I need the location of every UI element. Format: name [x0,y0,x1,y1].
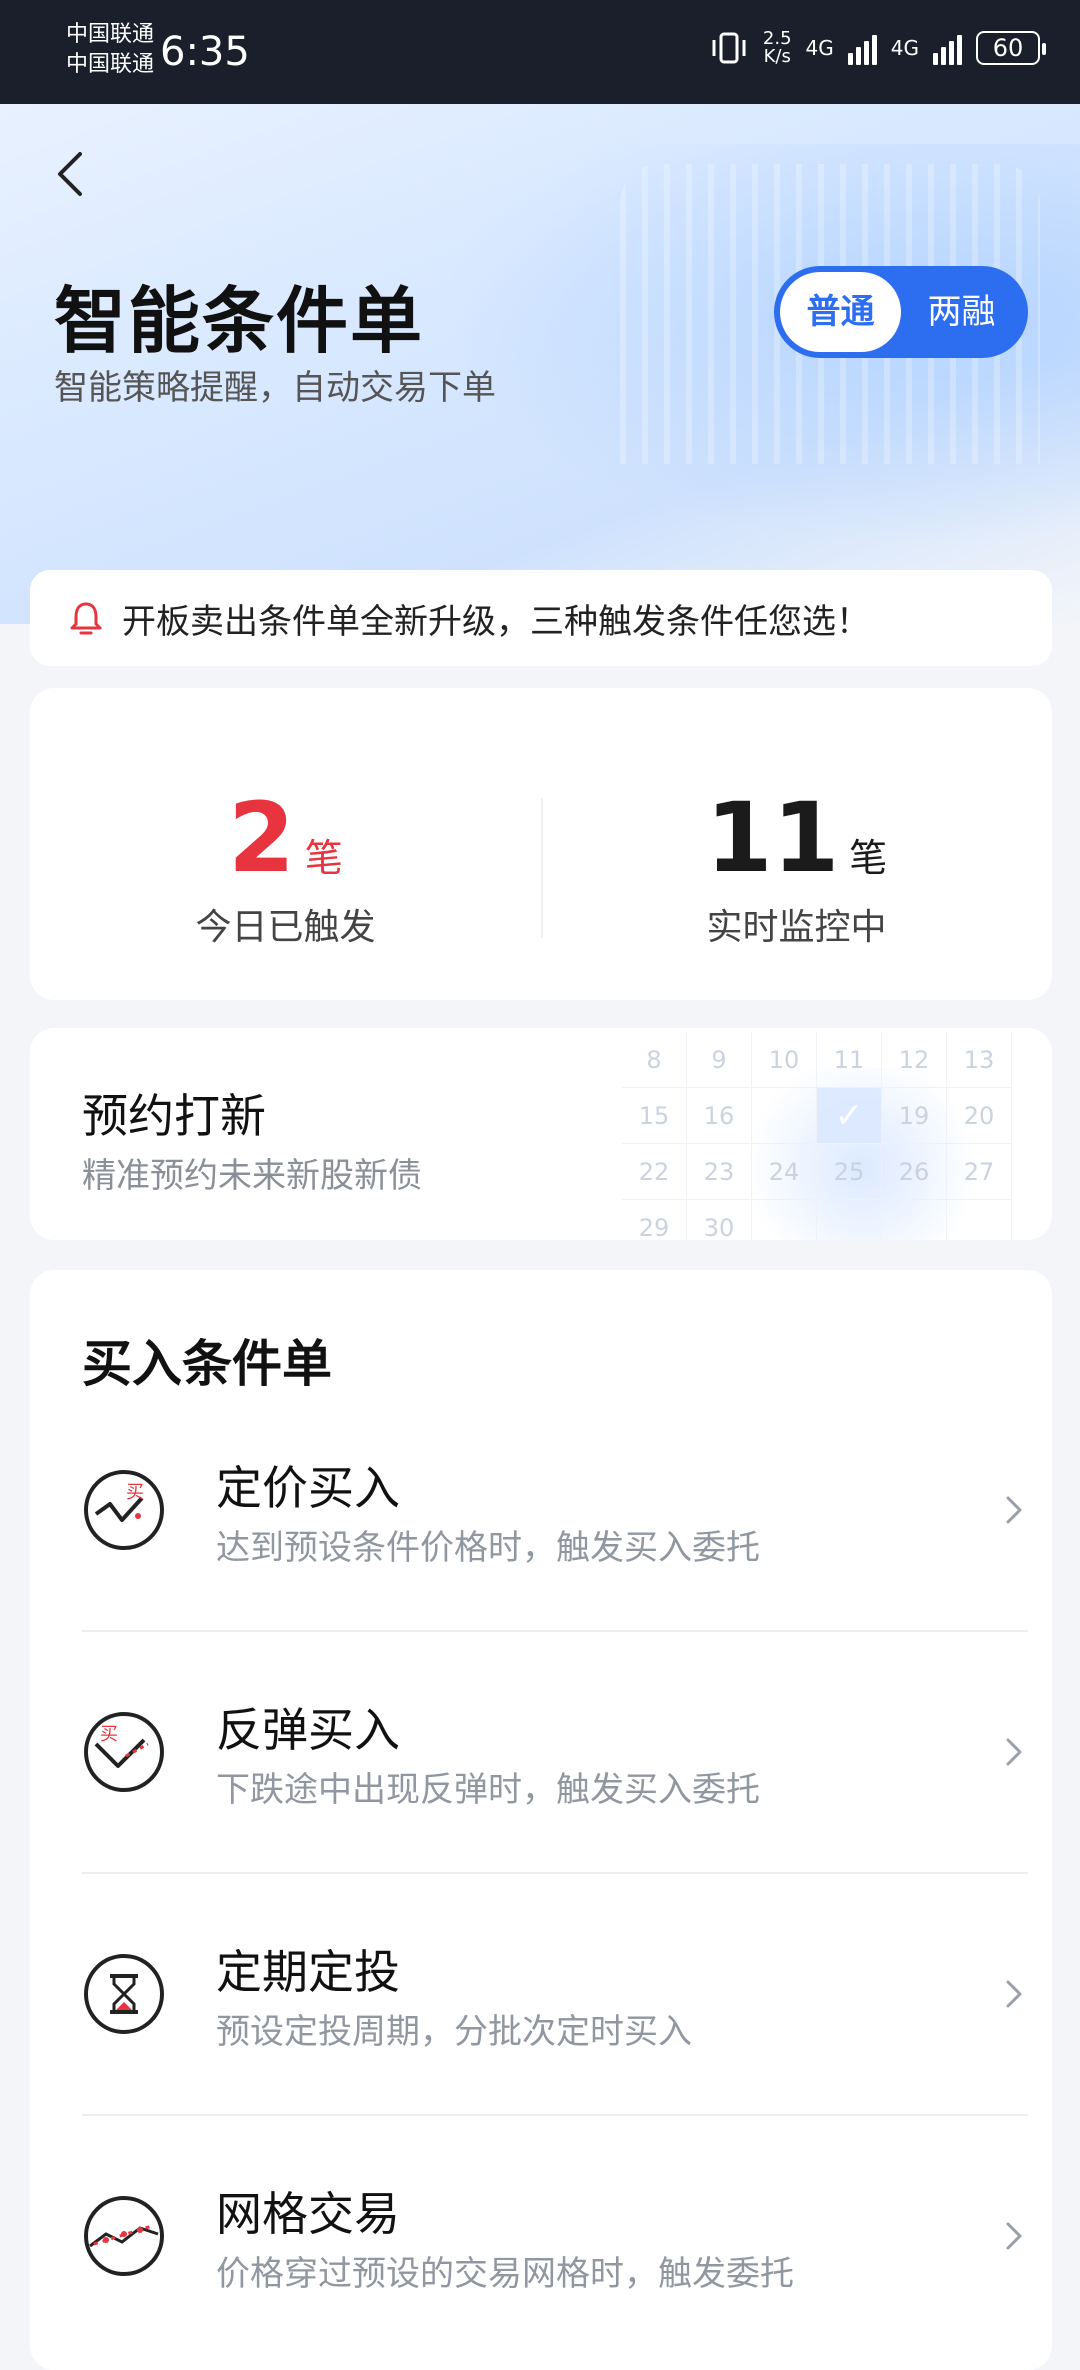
ipo-title: 预约打新 [82,1089,266,1143]
chevron-right-icon [1006,2222,1022,2250]
account-type-toggle[interactable]: 普通 两融 [774,266,1028,358]
status-icons: 2.5 K/s 4G 4G 60 [709,30,1046,66]
carrier-info: 中国联通 中国联通 [66,20,154,80]
triggered-count: 2 [228,782,295,894]
calendar-day [752,1200,817,1240]
calendar-day [817,1200,882,1240]
item-name: 定期定投 [216,1945,400,1999]
monitoring-label: 实时监控中 [706,907,887,948]
back-icon[interactable] [44,144,104,204]
monitoring-count: 11 [705,782,840,894]
calendar-day: 16 [687,1088,752,1144]
calendar-day: 29 [622,1200,687,1240]
svg-text:买: 买 [100,1724,118,1745]
notice-banner[interactable]: 开板卖出条件单全新升级，三种触发条件任您选！ [30,570,1052,666]
buy-conditions-card: 买入条件单 买 定价买入 达到预设条件价格时，触发买入委托 买 反弹买入 下跌途… [30,1270,1052,2370]
calendar-day: 12 [882,1032,947,1088]
item-desc: 价格穿过预设的交易网格时，触发委托 [216,2254,794,2294]
calendar-check-icon: ✓ [817,1088,882,1144]
battery-icon: 60 [976,31,1046,65]
ipo-subtitle: 精准预约未来新股新债 [82,1156,422,1196]
stats-card: 2笔 今日已触发 11 笔 实时监控中 [30,688,1052,1000]
rebound-buy-icon: 买 [84,1712,164,1792]
calendar-day: 24 [752,1144,817,1200]
list-item-price-buy[interactable]: 买 定价买入 达到预设条件价格时，触发买入委托 [82,1390,1028,1632]
calendar-day: 26 [882,1144,947,1200]
vibrate-icon [712,32,746,64]
svg-text:买: 买 [126,1482,144,1503]
chevron-right-icon [1006,1496,1022,1524]
triggered-label: 今日已触发 [195,907,376,948]
monitoring-unit: 笔 [849,836,888,880]
calendar-day: 25 [817,1144,882,1200]
calendar-day [882,1200,947,1240]
list-item-periodic-investment[interactable]: 定期定投 预设定投周期，分批次定时买入 [82,1874,1028,2116]
calendar-day: 30 [687,1200,752,1240]
carrier-1: 中国联通 [66,22,155,47]
calendar-day: 9 [687,1032,752,1088]
item-desc: 达到预设条件价格时，触发买入委托 [216,1528,760,1568]
battery-level: 60 [992,34,1024,62]
calendar-day [947,1200,1012,1240]
calendar-day: 22 [622,1144,687,1200]
clock: 6:35 [160,29,250,75]
stat-triggered[interactable]: 2笔 今日已触发 [30,788,541,950]
hourglass-icon [84,1954,164,2034]
signal-icon-2 [933,31,962,65]
signal-icon [847,31,877,65]
calendar-day: 19 [882,1088,947,1144]
chevron-right-icon [1006,1980,1022,2008]
net-speed-unit: K/s [763,46,791,67]
calendar-day: 27 [947,1144,1012,1200]
ipo-reservation-card[interactable]: 8 9 10 11 12 13 15 16 ✓ 19 20 22 23 24 25 26 27 29 30 预约打新… [30,1028,1052,1240]
grid-trade-icon [84,2196,164,2276]
carrier-2: 中国联通 [66,52,155,77]
stat-monitoring[interactable]: 11 笔 实时监控中 [541,788,1052,950]
calendar-day: 10 [752,1032,817,1088]
calendar-day: 13 [947,1032,1012,1088]
item-name: 网格交易 [216,2187,400,2241]
buy-section-heading: 买入条件单 [82,1335,332,1393]
page-title: 智能条件单 [54,279,425,363]
page-subtitle: 智能策略提醒，自动交易下单 [54,368,496,408]
price-buy-icon: 买 [84,1470,164,1550]
bell-icon [70,602,102,635]
calendar-day [752,1088,817,1144]
list-item-rebound-buy[interactable]: 买 反弹买入 下跌途中出现反弹时，触发买入委托 [82,1632,1028,1874]
chevron-right-icon [1006,1738,1022,1766]
network-type-2: 4G [890,36,919,60]
notice-text: 开板卖出条件单全新升级，三种触发条件任您选！ [122,601,870,642]
item-name: 定价买入 [216,1461,400,1515]
calendar-decoration: 8 9 10 11 12 13 15 16 ✓ 19 20 22 23 24 25 26 27 29 30 [622,1032,1012,1240]
calendar-day: 20 [947,1088,1012,1144]
net-speed: 2.5 K/s [763,30,792,66]
item-desc: 预设定投周期，分批次定时买入 [216,2012,692,2052]
triggered-unit: 笔 [304,836,343,880]
toggle-option-normal[interactable]: 普通 [780,272,901,352]
calendar-day: 15 [622,1088,687,1144]
calendar-day: 11 [817,1032,882,1088]
item-name: 反弹买入 [216,1703,400,1757]
item-desc: 下跌途中出现反弹时，触发买入委托 [216,1770,760,1810]
status-bar: 中国联通 中国联通 6:35 2.5 K/s 4G 4G 60 [0,0,1080,104]
calendar-day: 23 [687,1144,752,1200]
toggle-option-margin[interactable]: 两融 [901,272,1022,352]
calendar-day: 8 [622,1032,687,1088]
network-type-1: 4G [805,36,834,60]
list-item-grid-trading[interactable]: 网格交易 价格穿过预设的交易网格时，触发委托 [82,2116,1028,2358]
